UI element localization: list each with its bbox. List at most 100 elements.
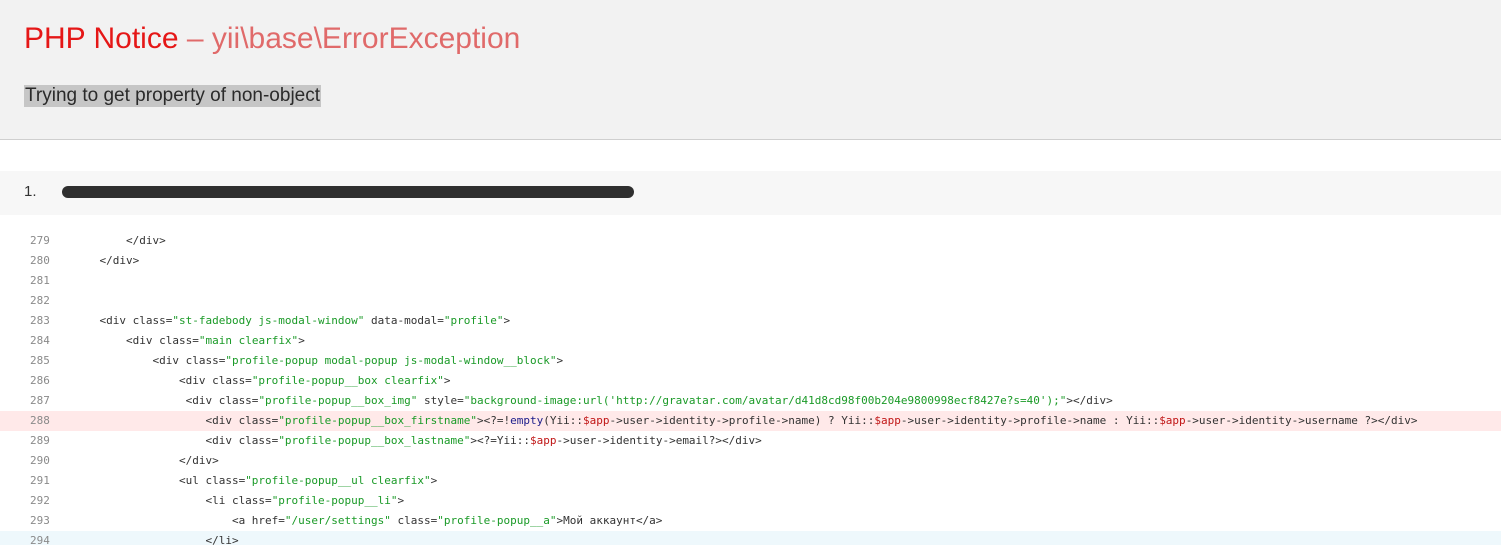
line-number: 294 <box>30 534 50 545</box>
line-number: 287 <box>30 394 50 407</box>
line-number: 285 <box>30 354 50 367</box>
code-token: <li class= <box>73 494 272 507</box>
code-token: > <box>503 314 511 327</box>
code-line: 292 <li class="profile-popup__li"> <box>0 491 1501 511</box>
code-token: > <box>556 354 564 367</box>
line-number: 288 <box>30 414 50 427</box>
code-token: style= <box>417 394 464 407</box>
code-line: 283 <div class="st-fadebody js-modal-win… <box>0 311 1501 331</box>
line-number: 282 <box>30 294 50 307</box>
stack-trace-item[interactable]: 1. <box>0 171 1501 215</box>
line-number: 281 <box>30 274 50 287</box>
line-source: </div> <box>73 251 139 271</box>
code-token: "st-fadebody js-modal-window" <box>172 314 365 327</box>
line-source: </li> <box>73 531 239 545</box>
code-token: "profile-popup__li" <box>271 494 398 507</box>
code-token: "profile-popup__box_lastname" <box>278 434 471 447</box>
line-source: </div> <box>73 451 219 471</box>
error-severity: PHP Notice <box>24 22 179 55</box>
exception-class: yii\base\ErrorException <box>211 22 521 55</box>
line-number: 289 <box>30 434 50 447</box>
code-token: <div class= <box>73 314 173 327</box>
code-token: ></div> <box>1066 394 1113 407</box>
code-token: <div class= <box>73 394 259 407</box>
code-token: <div class= <box>73 414 279 427</box>
code-token: <div class= <box>73 354 226 367</box>
code-token: </div> <box>73 234 166 247</box>
code-token: "profile-popup__box clearfix" <box>251 374 444 387</box>
code-line: 279 </div> <box>0 231 1501 251</box>
code-token: ->user->identity->username ?></div> <box>1185 414 1418 427</box>
error-message: Trying to get property of non-object <box>24 85 322 107</box>
code-line: 290 </div> <box>0 451 1501 471</box>
line-number: 291 <box>30 474 50 487</box>
code-line: 282 <box>0 291 1501 311</box>
line-source: </div> <box>73 231 166 251</box>
line-source: <div class="profile-popup modal-popup js… <box>73 351 563 371</box>
code-token: $app <box>1159 414 1186 427</box>
code-token: "main clearfix" <box>198 334 299 347</box>
line-source: <ul class="profile-popup__ul clearfix"> <box>73 471 437 491</box>
code-token: <div class= <box>73 434 279 447</box>
trace-number: 1. <box>24 183 37 200</box>
code-token: "background-image:url('http://gravatar.c… <box>463 394 1067 407</box>
error-header: PHP Notice – yii\base\ErrorException Try… <box>0 0 1501 140</box>
code-token: ><?=Yii:: <box>470 434 530 447</box>
line-number: 293 <box>30 514 50 527</box>
code-token: "profile-popup__ul clearfix" <box>245 474 431 487</box>
code-token: </div> <box>73 254 140 267</box>
code-line: 286 <div class="profile-popup__box clear… <box>0 371 1501 391</box>
code-token: $app <box>874 414 901 427</box>
line-source: <div class="st-fadebody js-modal-window"… <box>73 311 510 331</box>
code-line-error: 288 <div class="profile-popup__box_first… <box>0 411 1501 431</box>
code-line: 287 <div class="profile-popup__box_img" … <box>0 391 1501 411</box>
line-number: 286 <box>30 374 50 387</box>
code-token: > <box>443 374 451 387</box>
code-token: <ul class= <box>73 474 246 487</box>
line-number: 292 <box>30 494 50 507</box>
code-token: >Мой аккаунт</a> <box>556 514 663 527</box>
code-line: 291 <ul class="profile-popup__ul clearfi… <box>0 471 1501 491</box>
code-line: 289 <div class="profile-popup__box_lastn… <box>0 431 1501 451</box>
code-token: <a href= <box>73 514 285 527</box>
line-number: 290 <box>30 454 50 467</box>
line-source: <div class="main clearfix"> <box>73 331 305 351</box>
line-number: 284 <box>30 334 50 347</box>
code-line: 294 </li> <box>0 531 1501 545</box>
code-token: <div class= <box>73 334 199 347</box>
line-source: <div class="profile-popup__box clearfix"… <box>73 371 451 391</box>
code-token: </div> <box>73 454 219 467</box>
code-line: 293 <a href="/user/settings" class="prof… <box>0 511 1501 531</box>
line-number: 279 <box>30 234 50 247</box>
exception-separator: – <box>178 22 212 55</box>
code-token: "profile-popup__box_firstname" <box>278 414 477 427</box>
code-token: $app <box>529 434 557 447</box>
code-token: "profile-popup__box_img" <box>258 394 418 407</box>
code-token: > <box>430 474 438 487</box>
line-number: 283 <box>30 314 50 327</box>
code-token: ->user->identity->profile->name) ? Yii:: <box>609 414 875 427</box>
source-code-block: 279 </div> 280 </div> 281 282 283 <div class… <box>0 231 1501 545</box>
redacted-file-path <box>62 186 634 198</box>
line-source: <div class="profile-popup__box_lastname"… <box>73 431 761 451</box>
code-line: 281 <box>0 271 1501 291</box>
code-token: ><?=! <box>477 414 511 427</box>
code-token: class= <box>390 514 438 527</box>
line-source: <div class="profile-popup__box_firstname… <box>73 411 1417 431</box>
code-token: "profile-popup__a" <box>437 514 557 527</box>
error-title: PHP Notice – yii\base\ErrorException <box>24 20 520 58</box>
code-token: > <box>298 334 305 347</box>
code-line: 280 </div> <box>0 251 1501 271</box>
code-token: "profile" <box>443 314 504 327</box>
line-source: <a href="/user/settings" class="profile-… <box>73 511 663 531</box>
code-token: </li> <box>73 534 239 545</box>
line-source: <li class="profile-popup__li"> <box>73 491 404 511</box>
line-source: <div class="profile-popup__box_img" styl… <box>73 391 1113 411</box>
code-token: $app <box>583 414 610 427</box>
code-token: "profile-popup modal-popup js-modal-wind… <box>225 354 557 367</box>
code-token: data-modal= <box>364 314 444 327</box>
code-token: > <box>397 494 405 507</box>
code-token: "/user/settings" <box>284 514 391 527</box>
code-line: 285 <div class="profile-popup modal-popu… <box>0 351 1501 371</box>
code-token: empty <box>510 414 544 427</box>
